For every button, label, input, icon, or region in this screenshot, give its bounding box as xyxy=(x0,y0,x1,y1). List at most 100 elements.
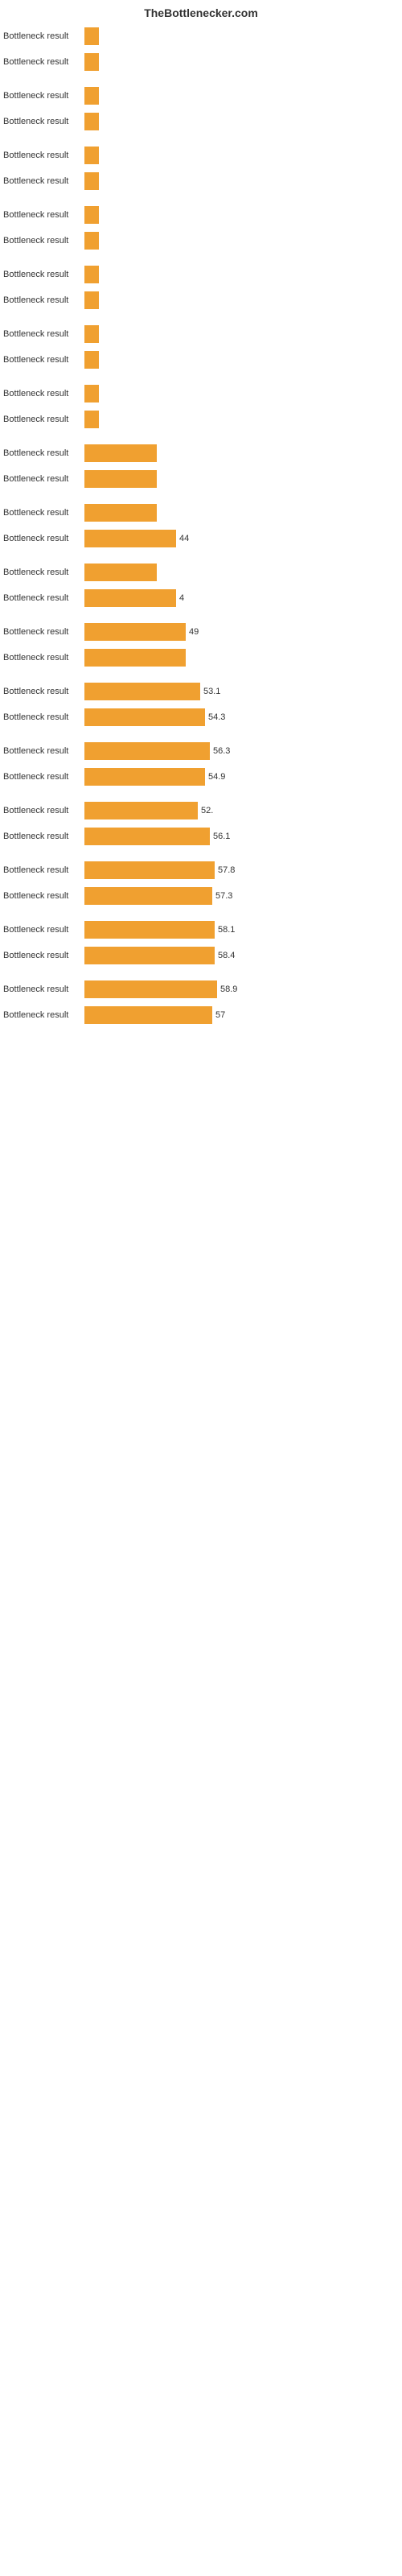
result-label: Bottleneck result xyxy=(0,891,84,901)
result-value: 56.1 xyxy=(213,832,230,841)
table-row: Bottleneck result xyxy=(0,560,402,584)
result-value: 58.1 xyxy=(218,925,235,935)
result-bar xyxy=(84,1006,212,1024)
result-label: Bottleneck result xyxy=(0,627,84,637)
table-row: Bottleneck result 58.1 xyxy=(0,918,402,942)
result-bar xyxy=(84,266,99,283)
table-row: Bottleneck result57 xyxy=(0,1003,402,1027)
result-bar xyxy=(84,947,215,964)
table-row: Bottleneck result xyxy=(0,24,402,48)
result-label: Bottleneck result xyxy=(0,270,84,279)
result-bar xyxy=(84,351,99,369)
result-label: Bottleneck result xyxy=(0,593,84,603)
table-row: Bottleneck result52. xyxy=(0,799,402,823)
result-bar xyxy=(84,172,99,190)
table-row: Bottleneck result xyxy=(0,262,402,287)
table-row: Bottleneck result 4 xyxy=(0,586,402,610)
result-bar xyxy=(84,411,99,428)
result-bar xyxy=(84,921,215,939)
table-row: Bottleneck result xyxy=(0,322,402,346)
result-bar xyxy=(84,589,176,607)
result-bar xyxy=(84,683,200,700)
result-value: 57.3 xyxy=(215,891,232,901)
result-label: Bottleneck result xyxy=(0,57,84,67)
result-bar xyxy=(84,530,176,547)
result-bar xyxy=(84,206,99,224)
result-label: Bottleneck result xyxy=(0,832,84,841)
result-label: Bottleneck result xyxy=(0,295,84,305)
result-label: Bottleneck result xyxy=(0,176,84,186)
result-label: Bottleneck result xyxy=(0,925,84,935)
result-value: 57 xyxy=(215,1010,225,1020)
result-label: Bottleneck result xyxy=(0,355,84,365)
result-bar xyxy=(84,291,99,309)
result-bar xyxy=(84,113,99,130)
table-row: Bottleneck result57.8 xyxy=(0,858,402,882)
result-bar xyxy=(84,470,157,488)
result-bar xyxy=(84,861,215,879)
result-bar xyxy=(84,564,157,581)
result-label: Bottleneck result xyxy=(0,568,84,577)
result-label: Bottleneck result xyxy=(0,151,84,160)
result-bar xyxy=(84,802,198,819)
result-label: Bottleneck result xyxy=(0,415,84,424)
table-row: Bottleneck result xyxy=(0,501,402,525)
result-bar xyxy=(84,385,99,402)
result-label: Bottleneck result xyxy=(0,117,84,126)
table-row: Bottleneck result 57.3 xyxy=(0,884,402,908)
result-label: Bottleneck result xyxy=(0,389,84,398)
table-row: Bottleneck result 56.3 xyxy=(0,739,402,763)
result-value: 54.3 xyxy=(208,712,225,722)
result-bar xyxy=(84,887,212,905)
result-label: Bottleneck result xyxy=(0,985,84,994)
result-value: 58.9 xyxy=(220,985,237,994)
result-bar xyxy=(84,649,186,667)
table-row: Bottleneck result xyxy=(0,407,402,431)
result-value: 56.3 xyxy=(213,746,230,756)
result-bar xyxy=(84,325,99,343)
result-label: Bottleneck result xyxy=(0,329,84,339)
result-value: 44 xyxy=(179,534,189,543)
result-label: Bottleneck result xyxy=(0,91,84,101)
result-value: 53.1 xyxy=(203,687,220,696)
result-bar xyxy=(84,87,99,105)
table-row: Bottleneck result xyxy=(0,109,402,134)
result-label: Bottleneck result xyxy=(0,687,84,696)
result-label: Bottleneck result xyxy=(0,534,84,543)
result-value: 49 xyxy=(189,627,199,637)
result-bar xyxy=(84,147,99,164)
result-bar xyxy=(84,444,157,462)
result-value: 58.4 xyxy=(218,951,235,960)
table-row: Bottleneck result 44 xyxy=(0,526,402,551)
result-bar xyxy=(84,980,217,998)
result-bar xyxy=(84,504,157,522)
table-row: Bottleneck result xyxy=(0,646,402,670)
result-label: Bottleneck result xyxy=(0,712,84,722)
result-label: Bottleneck result xyxy=(0,772,84,782)
result-bar xyxy=(84,623,186,641)
result-bar xyxy=(84,53,99,71)
table-row: Bottleneck result xyxy=(0,203,402,227)
table-row: Bottleneck result xyxy=(0,441,402,465)
result-value: 4 xyxy=(179,593,184,603)
result-value: 57.8 xyxy=(218,865,235,875)
table-row: Bottleneck result58.4 xyxy=(0,943,402,968)
result-bar xyxy=(84,708,205,726)
table-row: Bottleneck result xyxy=(0,348,402,372)
result-label: Bottleneck result xyxy=(0,746,84,756)
result-label: Bottleneck result xyxy=(0,653,84,663)
table-row: Bottleneck result 49 xyxy=(0,620,402,644)
table-row: Bottleneck result xyxy=(0,288,402,312)
table-row: Bottleneck result xyxy=(0,50,402,74)
result-label: Bottleneck result xyxy=(0,236,84,246)
site-title: TheBottlenecker.com xyxy=(0,0,402,23)
result-label: Bottleneck result xyxy=(0,508,84,518)
table-row: Bottleneck result xyxy=(0,229,402,253)
table-row: Bottleneck result 54.9 xyxy=(0,765,402,789)
result-label: Bottleneck result xyxy=(0,474,84,484)
result-bar xyxy=(84,768,205,786)
table-row: Bottleneck result xyxy=(0,467,402,491)
result-label: Bottleneck result xyxy=(0,210,84,220)
result-value: 54.9 xyxy=(208,772,225,782)
result-label: Bottleneck result xyxy=(0,448,84,458)
